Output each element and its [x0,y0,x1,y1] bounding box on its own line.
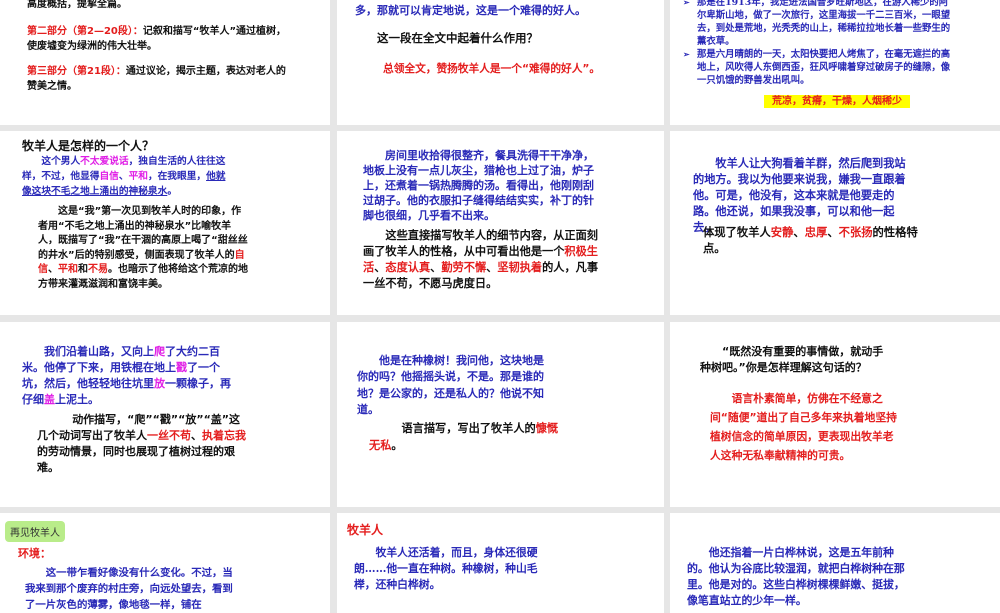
slide-2[interactable]: 多，那就可以肯定地说，这是一个难得的好人。 这一段在全文中起着什么作用？ 总领全… [337,0,664,125]
text-segment: 牧羊人让大狗看着羊群，然后爬到我站的地方。我以为他要来说我，嫌我一直跟着他。可是… [693,156,906,234]
text-segment: 第三部分（第21段）： [27,66,126,77]
slide-4-quote: 这个男人不太爱说话，独自生活的人往往这样，不过，他显得自信、平和，在我眼里，他就… [22,154,228,199]
text-segment: 、 [793,226,805,239]
text-segment: 、 [118,171,129,182]
text-segment: 那是在1913年，我走进法国普罗旺斯地区，在游人稀少的阿尔卑斯山地，做了一次旅行… [697,0,951,47]
slide-6-quote: 牧羊人让大狗看着羊群，然后爬到我站的地方。我以为他要来说我，嫌我一直跟着他。可是… [693,155,907,235]
slide-10-quote: 这一带乍看好像没有什么变化。不过，当我来到那个废弃的村庄旁，向远处望去，看到了一… [25,565,233,613]
slide-4[interactable]: 牧羊人是怎样的一个人？ 这个男人不太爱说话，独自生活的人往往这样，不过，他显得自… [0,131,330,315]
slide-5-analysis: 这些直接描写牧羊人的细节内容，从正面刻画了牧羊人的性格，从中可看出他是一个积极生… [363,228,599,292]
highlight-box: 荒凉，贫瘠，干燥，人烟稀少 [764,95,910,108]
text-segment: 戳 [176,361,187,374]
text-segment: 他还指着一片白桦林说，这是五年前种的。他认为谷底比较湿润，就把白桦树种在那里。他… [687,546,905,607]
text-segment: 安静 [770,226,794,239]
text-segment: 勤劳不懈 [441,261,487,274]
text-segment: 平和 [58,264,78,276]
text-segment: 平和 [128,171,148,182]
text-segment: 一丝不苟 [147,429,191,442]
text-segment: 这一段在全文中起着什么作用？ [377,31,538,45]
slide-10[interactable]: 再见牧羊人 环境： 这一带乍看好像没有什么变化。不过，当我来到那个废弃的村庄旁，… [0,513,330,613]
text-segment: 忠厚 [804,226,828,239]
text-segment: 不易 [88,264,108,276]
slide-4-analysis: 这是“我”第一次见到牧羊人时的印象，作者用“不毛之地上涌出的神秘泉水”比喻牧羊人… [38,205,250,293]
slide-12[interactable]: 他还指着一片白桦林说，这是五年前种的。他认为谷底比较湿润，就把白桦树种在那里。他… [670,513,1000,613]
text-segment: 。 [391,439,403,452]
text-segment: 环境： [18,547,51,560]
slide-8-analysis: 语言描写，写出了牧羊人的慷慨无私。 [369,420,569,454]
slide-3-bullets: 那是在1913年，我走进法国普罗旺斯地区，在游人稀少的阿尔卑斯山地，做了一次旅行… [683,0,951,87]
text-segment: 放 [154,377,165,390]
text-segment: 、 [827,226,839,239]
slide-2-answer: 总领全文，赞扬牧羊人是一个“难得的好人”。 [383,61,643,76]
slide-5[interactable]: 房间里收拾得很整齐，餐具洗得干干净净，地板上没有一点儿灰尘，猎枪也上过了油，炉子… [337,131,664,315]
slide-7-analysis: 动作描写，“爬”“戳”“放”“盖”这几个动词写出了牧羊人一丝不苟、执着忘我的劳动… [37,412,247,476]
slide-10-heading: 环境： [18,547,51,561]
slide-6[interactable]: 牧羊人让大狗看着羊群，然后爬到我站的地方。我以为他要来说我，嫌我一直跟着他。可是… [670,131,1000,315]
text-segment: 、 [191,429,202,442]
text-segment: 自信 [99,171,119,182]
slide-12-quote: 他还指着一片白桦林说，这是五年前种的。他认为谷底比较湿润，就把白桦树种在那里。他… [687,545,907,609]
text-segment: “既然没有重要的事情做，就动手种树吧。”你是怎样理解这句话的？ [700,345,884,374]
slide-3-summary: 荒凉，贫瘠，干燥，人烟稀少 [764,92,910,108]
text-segment: 、 [48,264,58,276]
text-segment: 那是六月晴朗的一天，太阳快要把人烤焦了，在毫无遮拦的高地上，风吹得人东倒西歪，狂… [697,49,951,86]
text-segment: 这是“我”第一次见到牧羊人时的印象，作者用“不毛之地上涌出的神秘泉水”比喻牧羊人… [38,206,248,261]
slide-11[interactable]: 牧羊人 牧羊人还活着，而且，身体还很硬朗……他一直在种树。种橡树，种山毛榉，还种… [337,513,664,613]
text-segment: 语言描写，写出了牧羊人的 [401,422,536,435]
text-segment: 总领全文，赞扬牧羊人是一个“难得的好人”。 [383,62,601,75]
slide-2-quote: 多，那就可以肯定地说，这是一个难得的好人。 [355,4,655,18]
text-segment: 、 [430,261,442,274]
slide-7-quote: 我们沿着山路，又向上爬了大约二百米。他停了下来，用铁棍在地上戳了一个坑，然后，他… [22,344,233,408]
slide-9[interactable]: “既然没有重要的事情做，就动手种树吧。”你是怎样理解这句话的？ 语言朴素简单，仿… [670,322,1000,507]
text-segment: 体现了牧羊人 [703,226,771,239]
text-segment: 态度认真 [385,261,431,274]
section-tag: 再见牧羊人 [5,521,65,542]
slide-5-quote: 房间里收拾得很整齐，餐具洗得干干净净，地板上没有一点儿灰尘，猎枪也上过了油，炉子… [363,148,596,223]
text-segment: 高度概括，提挈全篇。 [27,0,127,10]
text-segment: 上泥土。 [55,393,99,406]
text-segment: ，在我眼里， [147,171,207,182]
slide-9-question: “既然没有重要的事情做，就动手种树吧。”你是怎样理解这句话的？ [700,344,890,376]
slide-1-para-1: 高度概括，提挈全篇。 [27,0,297,12]
slide-8-quote: 他是在种橡树！我问他，这块地是你的吗？他摇摇头说，不是。那是谁的地？是公家的，还… [357,353,547,418]
text-segment: 牧羊人还活着，而且，身体还很硬朗……他一直在种树。种橡树，种山毛榉，还种白桦树。 [354,546,538,591]
slide-9-answer: 语言朴素简单，仿佛在不经意之间“随便”道出了自己多年来执着地坚持植树信念的简单原… [710,389,900,465]
text-segment: 的劳动情景，同时也展现了植树过程的艰难。 [37,445,235,474]
text-segment: 语言朴素简单，仿佛在不经意之间“随便”道出了自己多年来执着地坚持植树信念的简单原… [710,392,897,462]
text-segment: 这一带乍看好像没有什么变化。不过，当我来到那个废弃的村庄旁，向远处望去，看到了一… [25,567,233,611]
text-segment: 牧羊人 [347,523,384,537]
slide-3[interactable]: 那是在1913年，我走进法国普罗旺斯地区，在游人稀少的阿尔卑斯山地，做了一次旅行… [670,0,1000,125]
text-segment: 、 [374,261,386,274]
text-segment: 牧羊人是怎样的一个人？ [22,139,155,153]
text-segment: 第二部分（第2—20段）： [27,26,143,37]
text-segment: 爬 [154,345,165,358]
text-segment: 多，那就可以肯定地说，这是一个难得的好人。 [355,4,586,17]
text-segment: 。 [167,186,177,197]
text-segment: 和 [78,264,88,276]
slide-1[interactable]: 高度概括，提挈全篇。 第二部分（第2—20段）：记叙和描写“牧羊人”通过植树，使… [0,0,330,125]
text-segment: 他是在种橡树！我问他，这块地是你的吗？他摇摇头说，不是。那是谁的地？是公家的，还… [357,354,544,416]
text-segment: 房间里收拾得很整齐，餐具洗得干干净净，地板上没有一点儿灰尘，猎枪也上过了油，炉子… [363,149,594,222]
text-segment: 坚韧执着 [497,261,543,274]
text-segment: 这些直接描写牧羊人的细节内容，从正面刻画了牧羊人的性格，从中可看出他是一个 [363,229,598,258]
slide-2-question: 这一段在全文中起着什么作用？ [377,31,627,46]
text-segment: 、 [486,261,498,274]
slide-4-title: 牧羊人是怎样的一个人？ [22,139,272,154]
slide-11-quote: 牧羊人还活着，而且，身体还很硬朗……他一直在种树。种橡树，种山毛榉，还种白桦树。 [354,545,544,593]
text-segment: 我们沿着山路，又向上 [44,345,154,358]
bullet-item: 那是在1913年，我走进法国普罗旺斯地区，在游人稀少的阿尔卑斯山地，做了一次旅行… [683,0,951,48]
text-segment: 不张扬 [838,226,873,239]
slide-11-heading: 牧羊人 [347,523,383,538]
text-segment: 这个男人 [41,156,81,167]
slide-1-para-2: 第二部分（第2—20段）：记叙和描写“牧羊人”通过植树，使废墟变为绿洲的伟大壮举… [27,24,292,54]
slide-1-para-3: 第三部分（第21段）：通过议论，揭示主题，表达对老人的赞美之情。 [27,64,292,94]
text-segment: 盖 [44,393,55,406]
text-segment: 执着忘我 [202,429,246,442]
text-segment: 荒凉，贫瘠，干燥，人烟稀少 [772,96,902,107]
bullet-item: 那是六月晴朗的一天，太阳快要把人烤焦了，在毫无遮拦的高地上，风吹得人东倒西歪，狂… [683,48,951,87]
slide-8[interactable]: 他是在种橡树！我问他，这块地是你的吗？他摇摇头说，不是。那是谁的地？是公家的，还… [337,322,664,507]
slide-7[interactable]: 我们沿着山路，又向上爬了大约二百米。他停了下来，用铁棍在地上戳了一个坑，然后，他… [0,322,330,507]
text-segment: 不太爱说话 [80,156,129,167]
slide-6-analysis: 体现了牧羊人安静、忠厚、不张扬的性格特点。 [703,225,918,257]
